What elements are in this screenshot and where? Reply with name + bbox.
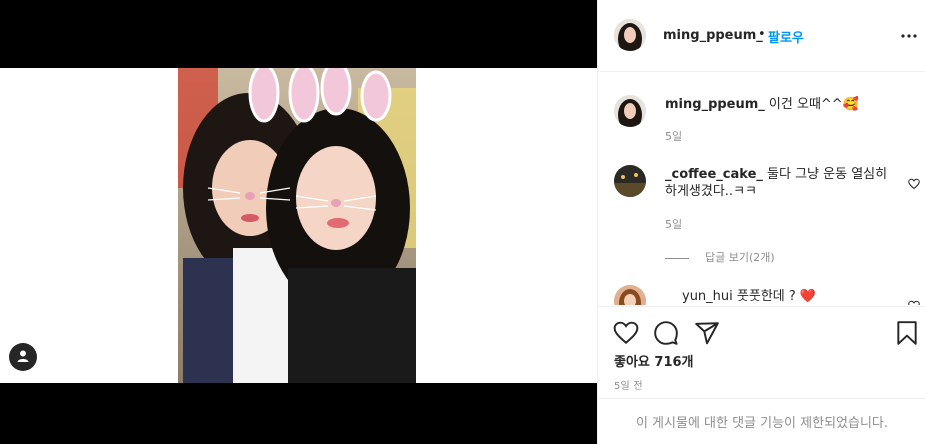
author-avatar[interactable] [614, 19, 646, 51]
post-media [0, 0, 597, 444]
replies-line [665, 257, 689, 259]
emoji: ❤️ [799, 289, 817, 304]
separator-dot: • [758, 27, 766, 42]
letterbox-bottom [0, 383, 597, 444]
heart-icon[interactable] [613, 320, 639, 346]
comment-time[interactable]: 5일 [665, 128, 682, 144]
more-options-icon[interactable] [900, 27, 918, 45]
tag-button[interactable] [9, 343, 37, 371]
comment-body: 이건 오때^^ [764, 97, 843, 112]
comments-list[interactable]: ming_ppeum_ 이건 오때^^🥰 5일 _coffee_cake_ 둘다… [598, 73, 925, 305]
view-replies-button[interactable]: 답글 보기(2개) [665, 249, 775, 265]
user-tag-icon [16, 348, 30, 367]
comments-disabled-text: 이 게시물에 대한 댓글 기능이 제한되었습니다. [635, 416, 889, 431]
comment-text: _coffee_cake_ 둘다 그냥 운동 열심히 하게생겼다..ㅋㅋ [665, 166, 895, 200]
commenter-avatar[interactable] [614, 95, 646, 127]
post-header: ming_ppeum_ • 팔로우 [598, 0, 925, 72]
commenter-avatar[interactable] [614, 165, 646, 197]
likes-count[interactable]: 좋아요 716개 [614, 351, 694, 370]
comment-text: ming_ppeum_ 이건 오때^^🥰 [665, 96, 895, 113]
comment-time[interactable]: 5일 [665, 216, 682, 232]
follow-button[interactable]: 팔로우 [768, 27, 804, 46]
post-actions: 좋아요 716개 5일 전 [598, 306, 925, 398]
comment-like-icon[interactable] [908, 175, 920, 190]
letterbox-top [0, 0, 597, 68]
post-timestamp[interactable]: 5일 전 [614, 377, 643, 392]
post-photo[interactable] [178, 68, 416, 383]
send-icon[interactable] [694, 320, 720, 346]
comment-username[interactable]: ming_ppeum_ [665, 97, 765, 112]
comment-icon[interactable] [653, 320, 679, 346]
comments-disabled-notice: 이 게시물에 대한 댓글 기능이 제한되었습니다. [598, 398, 925, 444]
comment-text: yun_hui 풋풋한데 ? ❤️ [682, 288, 912, 305]
emoji: 🥰 [842, 97, 859, 112]
bookmark-icon[interactable] [894, 320, 920, 346]
comment-body: 풋풋한데 ? [732, 289, 800, 304]
comment-username[interactable]: yun_hui [682, 289, 733, 304]
post-sidebar: ming_ppeum_ • 팔로우 ming_ppeum_ 이건 오때^^🥰 5… [597, 0, 925, 444]
comment-username[interactable]: _coffee_cake_ [665, 167, 763, 182]
author-username[interactable]: ming_ppeum_ [663, 28, 763, 43]
replies-label: 답글 보기(2개) [705, 251, 775, 264]
comment-like-icon[interactable] [908, 297, 920, 305]
commenter-avatar[interactable] [614, 285, 646, 305]
